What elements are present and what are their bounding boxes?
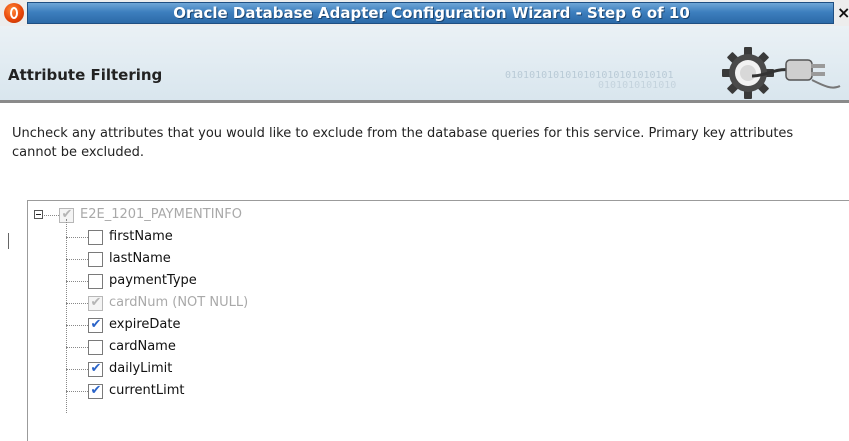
tree-root-row[interactable]: ✔ E2E_1201_PAYMENTINFO <box>28 204 428 226</box>
root-label: E2E_1201_PAYMENTINFO <box>80 207 242 222</box>
instructions-text: Uncheck any attributes that you would li… <box>12 126 794 160</box>
tree-connector <box>66 237 88 238</box>
wizard-header: Attribute Filtering 01010101010101010101… <box>0 26 849 100</box>
paymenttype-checkbox[interactable] <box>88 274 103 289</box>
tree-item-currentlimt[interactable]: ✔ currentLimt <box>28 380 428 402</box>
tree-connector <box>66 259 88 260</box>
firstname-checkbox[interactable] <box>88 230 103 245</box>
tree-item-firstname[interactable]: firstName <box>28 226 428 248</box>
tree-connector <box>66 281 88 282</box>
attribute-tree[interactable]: ✔ E2E_1201_PAYMENTINFO firstName lastNam… <box>27 200 849 441</box>
cardnum-label: cardNum (NOT NULL) <box>109 295 249 310</box>
cardname-label: cardName <box>109 339 176 354</box>
cardnum-checkbox: ✔ <box>88 295 103 311</box>
tree-item-lastname[interactable]: lastName <box>28 248 428 270</box>
wizard-window: Oracle Database Adapter Configuration Wi… <box>0 0 849 441</box>
collapse-icon[interactable] <box>34 210 43 219</box>
tree-connector <box>66 347 88 348</box>
currentlimt-checkbox[interactable]: ✔ <box>88 383 103 399</box>
title-bar[interactable]: Oracle Database Adapter Configuration Wi… <box>0 0 849 26</box>
lastname-checkbox[interactable] <box>88 252 103 267</box>
tree-connector <box>66 369 88 370</box>
tree-connector <box>66 325 88 326</box>
oracle-app-icon[interactable] <box>4 3 24 23</box>
dailylimit-checkbox[interactable]: ✔ <box>88 361 103 377</box>
check-icon: ✔ <box>90 361 102 376</box>
check-icon: ✔ <box>90 295 102 310</box>
tree-item-cardname[interactable]: cardName <box>28 336 428 358</box>
content-area: Uncheck any attributes that you would li… <box>0 103 849 441</box>
tree-connector <box>44 215 59 216</box>
currentlimt-label: currentLimt <box>109 383 185 398</box>
close-icon[interactable]: × <box>837 3 849 23</box>
tree-connector <box>66 391 88 392</box>
tree-connector <box>66 303 88 304</box>
binary-decor-secondary: 0101010101010 <box>598 80 677 91</box>
tree-item-expiredate[interactable]: ✔ expireDate <box>28 314 428 336</box>
expiredate-label: expireDate <box>109 317 181 332</box>
check-icon: ✔ <box>61 207 73 222</box>
expiredate-checkbox[interactable]: ✔ <box>88 317 103 333</box>
tree-item-cardnum[interactable]: ✔ cardNum (NOT NULL) <box>28 292 428 314</box>
window-title: Oracle Database Adapter Configuration Wi… <box>173 4 690 22</box>
page-title: Attribute Filtering <box>8 66 163 84</box>
tree-item-dailylimit[interactable]: ✔ dailyLimit <box>28 358 428 380</box>
title-band[interactable]: Oracle Database Adapter Configuration Wi… <box>27 2 834 24</box>
tree-item-paymenttype[interactable]: paymentType <box>28 270 428 292</box>
firstname-label: firstName <box>109 229 173 244</box>
dailylimit-label: dailyLimit <box>109 361 173 376</box>
check-icon: ✔ <box>90 383 102 398</box>
check-icon: ✔ <box>90 317 102 332</box>
gear-plug-icon <box>722 47 841 99</box>
divider <box>8 233 9 249</box>
lastname-label: lastName <box>109 251 171 266</box>
cardname-checkbox[interactable] <box>88 340 103 355</box>
paymenttype-label: paymentType <box>109 273 197 288</box>
